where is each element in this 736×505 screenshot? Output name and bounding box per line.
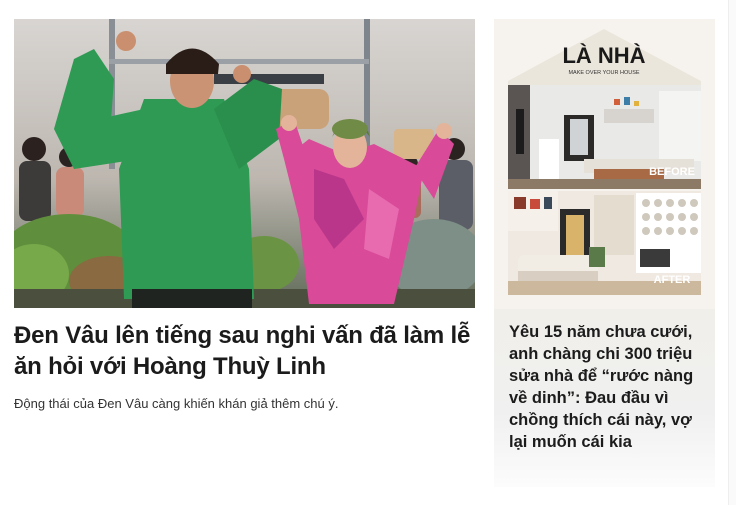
scrollbar-track[interactable] xyxy=(728,0,736,505)
hero-image[interactable] xyxy=(14,19,475,308)
before-label: BEFORE xyxy=(649,166,695,178)
hero-photo-illustration xyxy=(14,19,475,308)
side-thumbnail[interactable]: LÀ NHÀ MAKE OVER YOUR HOUSE BEFORE AFTER xyxy=(494,19,715,309)
brand-logo-text: LÀ NHÀ xyxy=(562,43,645,68)
brand-tagline-text: MAKE OVER YOUR HOUSE xyxy=(568,70,639,76)
after-photo: AFTER xyxy=(508,191,701,295)
side-article-title[interactable]: Yêu 15 năm chưa cưới, anh chàng chi 300 … xyxy=(509,321,709,453)
main-sapo: Động thái của Đen Vâu càng khiến khán gi… xyxy=(14,396,339,411)
before-photo: BEFORE xyxy=(508,85,701,189)
main-article[interactable]: Đen Vâu lên tiếng sau nghi vấn đã làm lễ… xyxy=(14,19,475,412)
side-article-card[interactable]: LÀ NHÀ MAKE OVER YOUR HOUSE BEFORE AFTER… xyxy=(494,19,715,487)
main-headline[interactable]: Đen Vâu lên tiếng sau nghi vấn đã làm lễ… xyxy=(14,320,475,382)
house-makeover-illustration: LÀ NHÀ MAKE OVER YOUR HOUSE BEFORE AFTER xyxy=(494,19,715,309)
after-label: AFTER xyxy=(654,274,691,286)
